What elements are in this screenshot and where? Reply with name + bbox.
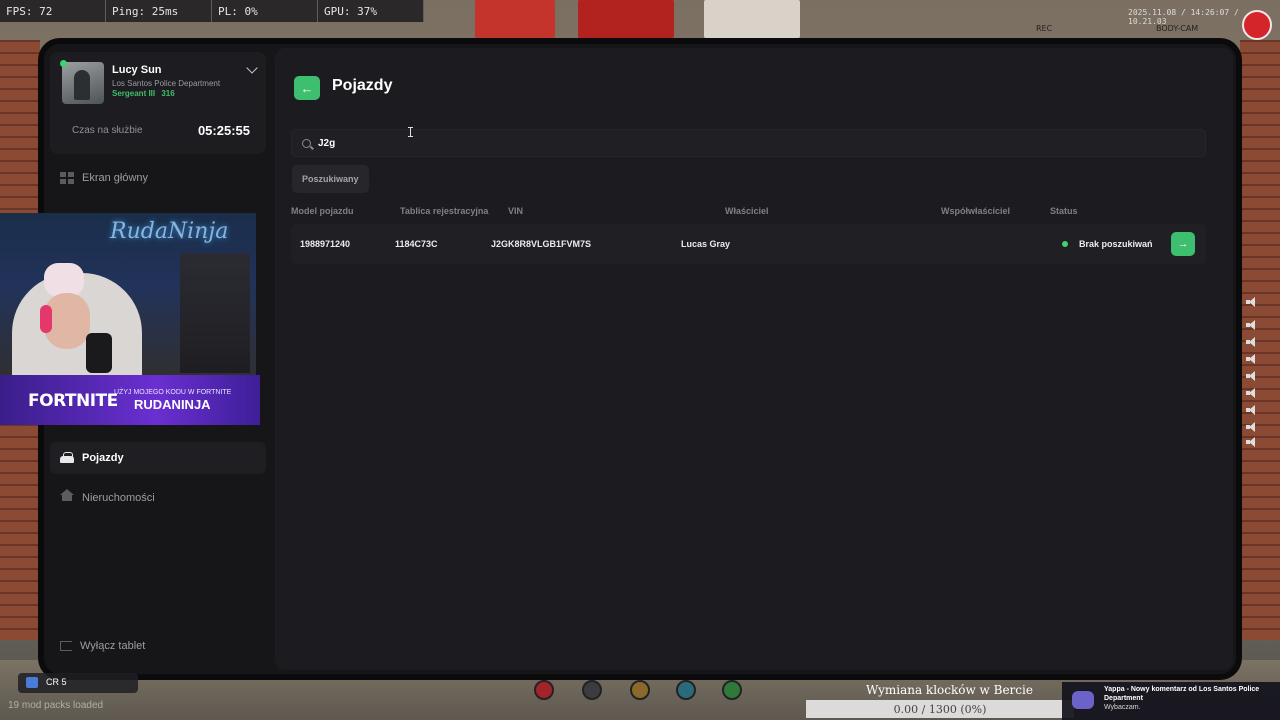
sidebar-item-label: Pojazdy [82,452,124,464]
fortnite-logo: FORTNITE [28,391,118,411]
badge-number: 316 [161,89,175,98]
arrow-left-icon: ← [300,80,314,96]
officer-name: Lucy Sun [112,64,162,76]
gpu-counter: GPU: 37% [318,0,424,22]
officer-profile-card[interactable]: Lucy Sun Los Santos Police Department Se… [50,52,266,154]
chat-label: CR 5 [46,677,67,687]
progress-title: Wymiana klocków w Bercie [866,683,1033,697]
cell-status: Brak poszukiwań [1079,239,1153,249]
search-input[interactable] [318,130,1198,156]
speaker-icon [1246,297,1260,307]
status-dot [1062,241,1068,247]
chat-indicator: CR 5 [18,673,138,693]
column-header-plate[interactable]: Tablica rejestracyjna [400,206,488,216]
microphone-icon [86,333,112,373]
sidebar-item-home[interactable]: Ekran główny [50,162,266,194]
column-header-co-owner[interactable]: Współwłaściciel [941,206,1010,216]
chevron-down-icon[interactable] [246,62,258,74]
speaker-icon [1246,405,1260,415]
logout-icon [60,641,72,651]
officer-rank: Sergeant III 316 [112,89,175,98]
hud-wheel-icon [722,680,742,700]
text-cursor-icon [408,127,413,137]
notification-body: Wybaczam. [1104,704,1141,711]
notification-toast: Yappa - Nowy komentarz od Los Santos Pol… [1062,682,1280,720]
hud-wheel-icon [534,680,554,700]
page-title: Pojazdy [332,77,393,94]
back-button[interactable]: ← [294,76,320,100]
house-icon [60,489,74,504]
vehicles-panel: ← Pojazdy Poszukiwany Model pojazdu Tabl… [275,48,1233,670]
sidebar-item-label: Ekran główny [82,172,149,184]
speaker-icon [1246,422,1260,432]
bodycam-label: BODY-CAM [1156,24,1199,33]
sidebar-item-properties[interactable]: Nieruchomości [50,482,266,514]
officer-department: Los Santos Police Department [112,79,221,88]
search-bar[interactable] [291,129,1206,157]
avatar [62,62,104,104]
speaker-icon [1246,354,1260,364]
duty-time-label: Czas na służbie [72,125,143,136]
logout-button[interactable]: Wyłącz tablet [60,640,145,652]
repair-progress-bar: 0.00 / 1300 (0%) [806,700,1074,718]
streamer-webcam: RudaNinja [0,213,256,375]
cell-owner: Lucas Gray [681,239,731,249]
open-vehicle-button[interactable]: → [1171,232,1195,256]
grid-icon [60,172,74,184]
table-row[interactable]: 1988971240 1184C73C J2GK8R8VLGB1FVM7S Lu… [291,224,1206,264]
hud-wheel-icon [582,680,602,700]
headphones-icon [40,305,52,333]
performance-hud: FPS: 72 Ping: 25ms PL: 0% GPU: 37% [0,0,424,22]
column-header-model[interactable]: Model pojazdu [291,206,354,216]
cell-model: 1988971240 [300,239,351,249]
promo-text: UŻYJ MOJEGO KODU W FORTNITE [114,389,232,396]
notification-title: Yappa - Nowy komentarz od Los Santos Pol… [1104,686,1260,702]
sidebar-item-vehicles[interactable]: Pojazdy [50,442,266,474]
status-text: 19 mod packs loaded [8,700,104,711]
rank-label: Sergeant III [112,89,156,98]
duty-time-value: 05:25:55 [197,123,250,138]
neon-sign: RudaNinja [110,219,229,244]
sponsor-banner: FORTNITE UŻYJ MOJEGO KODU W FORTNITE RUD… [0,375,260,425]
arrow-right-icon: → [1177,238,1189,250]
notification-avatar-icon [1072,691,1094,709]
chat-icon [26,677,38,688]
speaker-icon [1246,337,1260,347]
column-header-owner[interactable]: Właściciel [725,206,769,216]
fps-counter: FPS: 72 [0,0,106,22]
search-icon [302,139,311,148]
column-header-vin[interactable]: VIN [508,206,523,216]
cell-vin: J2GK8R8VLGB1FVM7S [491,239,592,249]
speaker-icon [1246,388,1260,398]
hud-wheel-icon [676,680,696,700]
cell-plate: 1184C73C [395,239,438,249]
logout-label: Wyłącz tablet [80,640,146,652]
filter-wanted-button[interactable]: Poszukiwany [292,165,369,193]
column-header-status[interactable]: Status [1050,206,1078,216]
speaker-icon [1246,320,1260,330]
server-logo [1242,10,1272,40]
speaker-icon [1246,437,1260,447]
rec-indicator: REC [1036,24,1053,33]
creator-code: RUDANINJA [134,397,211,412]
progress-text: 0.00 / 1300 (0%) [893,703,987,716]
car-icon [60,451,74,463]
speaker-icon [1246,371,1260,381]
packet-loss-counter: PL: 0% [212,0,318,22]
hud-wheel-icon [630,680,650,700]
online-status-dot [60,60,67,67]
ping-counter: Ping: 25ms [106,0,212,22]
sidebar-item-label: Nieruchomości [82,492,155,504]
